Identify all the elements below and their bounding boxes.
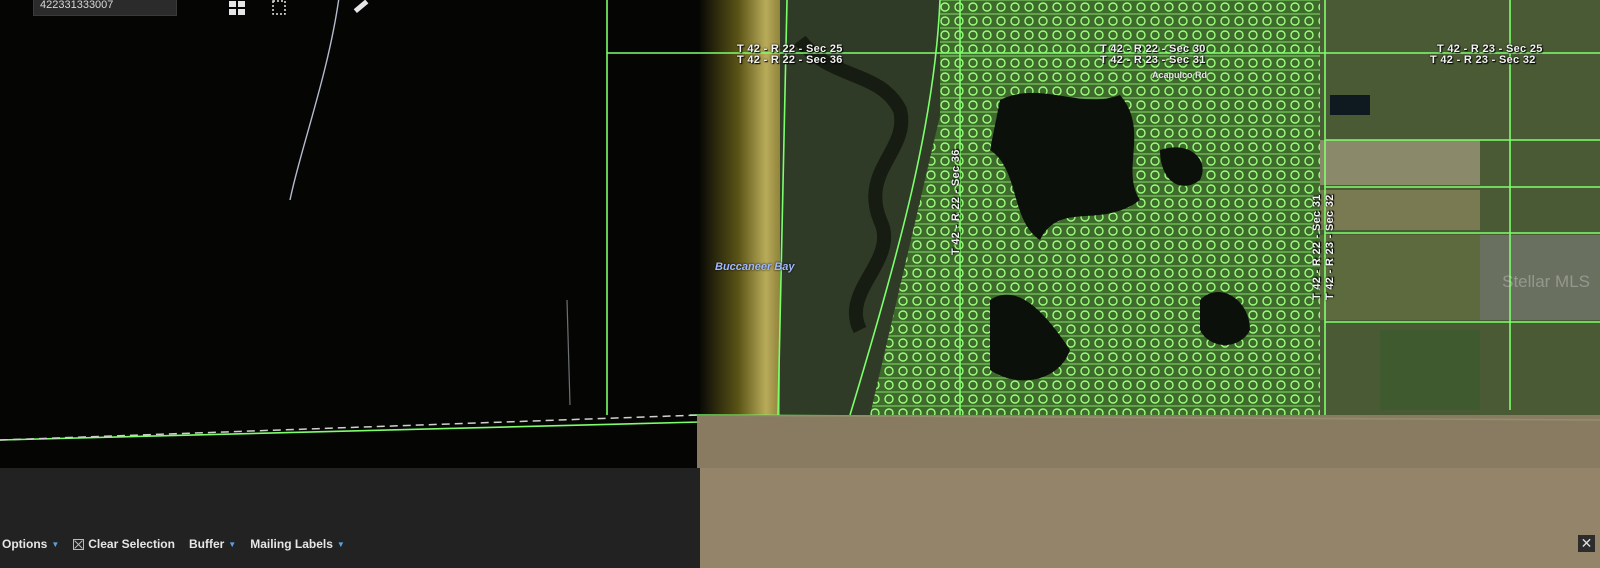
measure-ruler-icon[interactable] bbox=[352, 0, 370, 16]
map-imagery bbox=[0, 0, 1600, 468]
section-label: T 42 - R 23 - Sec 32 bbox=[1430, 54, 1536, 66]
grid-view-icon[interactable] bbox=[228, 0, 246, 16]
clear-x-icon bbox=[73, 538, 85, 550]
chevron-down-icon: ▼ bbox=[51, 539, 60, 549]
mailing-labels-menu[interactable]: Mailing Labels ▼ bbox=[250, 537, 345, 551]
selection-overlay-bottom bbox=[700, 468, 1600, 568]
clear-selection-button[interactable]: Clear Selection bbox=[73, 537, 175, 551]
close-icon[interactable]: ✕ bbox=[1578, 535, 1595, 552]
options-label: Options bbox=[2, 537, 48, 551]
road-label: Acapulco Rd bbox=[1152, 70, 1208, 80]
mailing-labels-label: Mailing Labels bbox=[250, 537, 333, 551]
buffer-menu[interactable]: Buffer ▼ bbox=[189, 537, 236, 551]
section-label-vertical: T 42 - R 22 - Sec 36 bbox=[950, 149, 962, 255]
section-label-vertical: T 42 - R 22 - Sec 31 bbox=[1311, 194, 1323, 300]
watermark: Stellar MLS bbox=[1502, 272, 1590, 291]
section-label-vertical: T 42 - R 23 - Sec 32 bbox=[1324, 194, 1336, 300]
section-label: T 42 - R 22 - Sec 36 bbox=[737, 54, 843, 66]
selection-toolbar: Options ▼ Clear Selection Buffer ▼ Maili… bbox=[0, 533, 345, 555]
map-view[interactable]: 422331333007 T 42 - R 22 - Sec 25 T 42 -… bbox=[0, 0, 1600, 468]
parcel-search-input[interactable]: 422331333007 bbox=[33, 0, 177, 16]
buffer-label: Buffer bbox=[188, 537, 225, 551]
place-label: Buccaneer Bay bbox=[715, 261, 795, 273]
section-label: T 42 - R 23 - Sec 31 bbox=[1100, 54, 1206, 66]
clear-selection-label: Clear Selection bbox=[88, 537, 175, 551]
selection-overlay bbox=[697, 415, 1600, 468]
select-rectangle-icon[interactable] bbox=[270, 0, 288, 16]
chevron-down-icon: ▼ bbox=[336, 539, 345, 549]
options-menu[interactable]: Options ▼ bbox=[2, 537, 59, 551]
chevron-down-icon: ▼ bbox=[228, 539, 237, 549]
